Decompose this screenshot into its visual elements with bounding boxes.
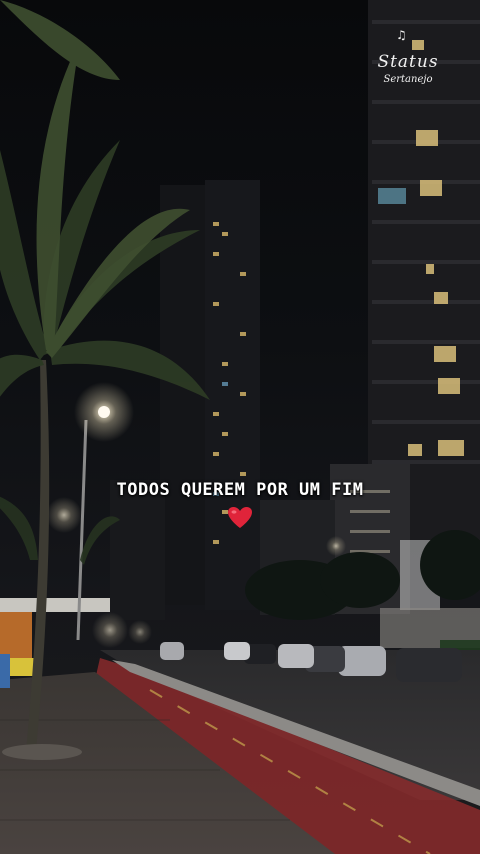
watermark-logo: ♫ Status Sertanejo (370, 24, 446, 104)
music-note-icon: ♫ (396, 28, 407, 42)
night-street-photo (0, 0, 480, 854)
red-heart-icon (228, 507, 252, 528)
photo-stage: ♫ Status Sertanejo TODOS QUEREM POR UM F… (0, 0, 480, 854)
tower-center (160, 180, 260, 610)
watermark-subtitle: Sertanejo (383, 74, 433, 85)
watermark-title: Status (377, 52, 439, 72)
caption-text: TODOS QUEREM POR UM FIM (116, 480, 364, 500)
caption-overlay: TODOS QUEREM POR UM FIM (0, 480, 480, 530)
